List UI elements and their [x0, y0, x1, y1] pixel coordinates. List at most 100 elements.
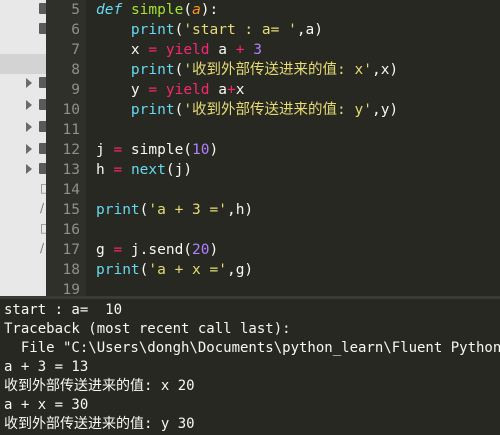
code-line[interactable]: 12 j = simple(10)	[46, 140, 500, 160]
code-token: ):	[200, 2, 219, 18]
sidebar-folder[interactable]	[0, 74, 47, 92]
sidebar-item[interactable]: □	[0, 220, 51, 238]
code-token: =	[148, 42, 158, 58]
code-token: =	[113, 142, 123, 158]
code-token: (	[174, 22, 184, 38]
sidebar-item[interactable]	[0, 0, 47, 18]
code-token: (	[183, 2, 193, 18]
line-number: 6	[71, 22, 80, 38]
code-token: ,x)	[371, 62, 399, 78]
code-line[interactable]: 13 h = next(j)	[46, 160, 500, 180]
output-console[interactable]: start : a= 10 Traceback (most recent call…	[0, 299, 500, 435]
code-editor[interactable]: 5 def simple(a): 6 print('start : a= ',a) 7…	[46, 0, 500, 320]
console-line: File "C:\Users\dongh\Documents\python_le…	[4, 340, 500, 356]
code-token: x	[96, 42, 149, 58]
line-number: 7	[71, 42, 80, 58]
sidebar-mark: /	[40, 241, 45, 255]
code-line[interactable]: 5 def simple(a):	[46, 0, 500, 20]
expand-arrow-icon[interactable]	[26, 100, 32, 110]
line-number: 9	[71, 82, 80, 98]
code-token: g	[96, 242, 114, 258]
line-number: 14	[62, 182, 80, 198]
code-token: ,g)	[226, 262, 254, 278]
code-token: y	[96, 82, 149, 98]
code-token: a	[209, 82, 227, 98]
code-token: print	[130, 62, 175, 78]
line-number: 17	[62, 242, 80, 258]
console-line: a + x = 30	[4, 397, 89, 413]
code-token: ,a)	[296, 22, 324, 38]
code-token: =	[113, 242, 123, 258]
code-token: 'a + 3 ='	[148, 202, 227, 218]
code-line[interactable]: 16	[46, 220, 500, 240]
code-token: j	[96, 142, 114, 158]
code-text: h = next(j)	[96, 160, 192, 180]
code-token: print	[130, 102, 175, 118]
code-token: (j)	[165, 162, 193, 178]
code-text: x = yield a + 3	[96, 40, 262, 60]
code-token: x	[235, 82, 245, 98]
code-token: simple	[130, 2, 184, 18]
code-token: =	[113, 162, 123, 178]
code-token: print	[130, 22, 175, 38]
code-token: yield	[165, 82, 210, 98]
console-line: a + 3 = 13	[4, 359, 89, 375]
code-token: ,y)	[371, 102, 399, 118]
line-number: 12	[62, 142, 80, 158]
file-sidebar: □ / □ /	[0, 0, 51, 296]
expand-arrow-icon[interactable]	[26, 164, 32, 174]
code-text: print('收到外部传送进来的值: y',y)	[96, 100, 398, 120]
code-line[interactable]: 8 print('收到外部传送进来的值: x',x)	[46, 60, 500, 80]
sidebar-item[interactable]	[0, 20, 47, 38]
code-line[interactable]: 15 print('a + 3 =',h)	[46, 200, 500, 220]
sidebar-folder[interactable]	[0, 160, 47, 178]
line-number: 10	[62, 102, 80, 118]
code-token: '收到外部传送进来的值: x'	[183, 62, 372, 78]
code-token: print	[96, 202, 140, 218]
sidebar-selected-row[interactable]	[0, 54, 46, 74]
code-token: +	[226, 82, 236, 98]
code-line[interactable]: 7 x = yield a + 3	[46, 40, 500, 60]
code-line[interactable]: 18 print('a + x =',g)	[46, 260, 500, 280]
code-token: simple(	[122, 142, 193, 158]
code-line[interactable]: 11	[46, 120, 500, 140]
code-line[interactable]: 9 y = yield a+x	[46, 80, 500, 100]
sidebar-item[interactable]: /	[0, 240, 46, 258]
line-number: 16	[62, 222, 80, 238]
expand-arrow-icon[interactable]	[26, 144, 32, 154]
code-text: print('start : a= ',a)	[96, 20, 323, 40]
sidebar-item[interactable]: □	[0, 180, 51, 198]
code-token: 3	[253, 42, 262, 58]
code-line[interactable]: 10 print('收到外部传送进来的值: y',y)	[46, 100, 500, 120]
code-token: '收到外部传送进来的值: y'	[183, 102, 372, 118]
code-text: print('a + 3 =',h)	[96, 200, 253, 220]
sidebar-folder[interactable]	[0, 118, 47, 136]
expand-arrow-icon[interactable]	[26, 78, 32, 88]
sidebar-folder[interactable]	[0, 96, 47, 114]
expand-arrow-icon[interactable]	[26, 122, 32, 132]
code-token: )	[209, 142, 219, 158]
console-line: start : a= 10	[4, 302, 123, 318]
line-number: 8	[71, 62, 80, 78]
code-token: 10	[192, 142, 210, 158]
code-token: 'start : a= '	[183, 22, 297, 38]
code-token: a	[209, 42, 236, 58]
sidebar-mark: /	[40, 201, 45, 215]
code-line[interactable]: 6 print('start : a= ',a)	[46, 20, 500, 40]
code-text: y = yield a+x	[96, 80, 245, 100]
sidebar-folder[interactable]	[0, 140, 47, 158]
code-token: a	[192, 2, 201, 18]
line-number: 11	[62, 122, 80, 138]
console-line: 收到外部传送进来的值: y 30	[4, 416, 195, 432]
code-token: 'a + x ='	[148, 262, 227, 278]
code-line[interactable]: 14	[46, 180, 500, 200]
code-line[interactable]: 17 g = j.send(20)	[46, 240, 500, 260]
sidebar-item[interactable]: /	[0, 200, 46, 218]
